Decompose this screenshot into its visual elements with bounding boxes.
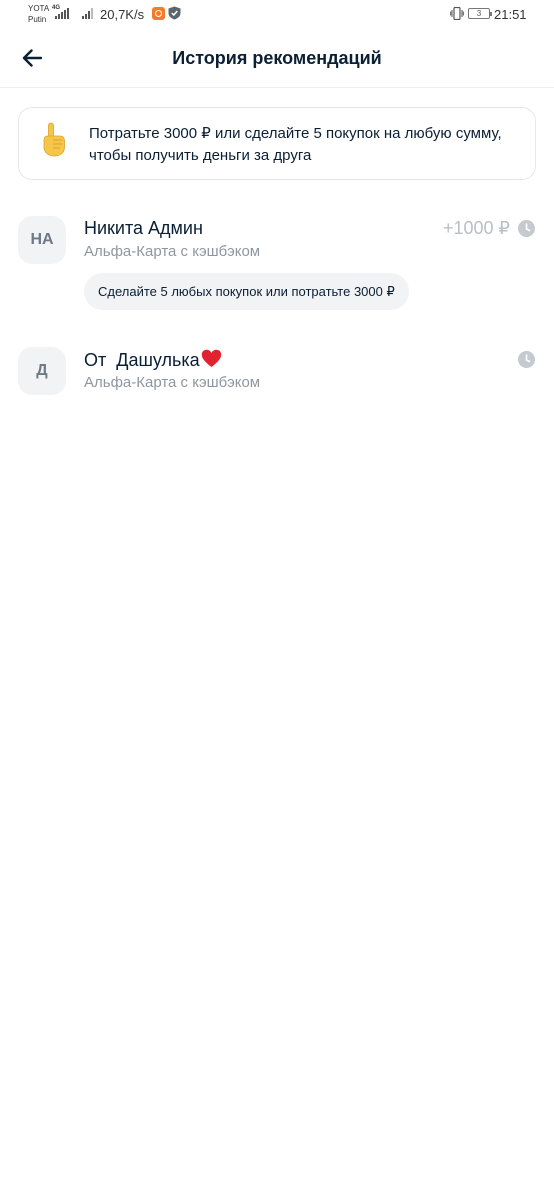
carrier-bottom: Putin [28,15,47,24]
network-speed: 20,7K/s [100,7,145,22]
info-card: Потратьте 3000 ₽ или сделайте 5 покупок … [18,107,536,180]
referral-name: Никита Админ [84,218,203,238]
info-text: Потратьте 3000 ₽ или сделайте 5 покупок … [89,125,502,164]
referral-item[interactable]: НА Никита Админ Альфа-Карта с кэшбэком +… [0,207,554,317]
signal-icon-2 [82,8,93,19]
referral-name: От Дашулька [84,350,200,370]
condition-chip: Сделайте 5 любых покупок или потратьте 3… [84,273,409,310]
carrier-top: YOTA [28,4,50,13]
clock-icon [518,220,535,237]
signal-icon [55,8,69,19]
clock-icon [518,351,535,368]
header: История рекомендаций [0,30,554,88]
battery-icon: 3 [468,8,492,19]
pointing-up-emoji-icon [43,122,65,157]
heart-emoji-icon [201,349,221,367]
avatar: НА [18,216,66,264]
status-time: 21:51 [494,7,527,22]
referral-amount: +1000 ₽ [442,218,510,238]
shield-icon [168,6,181,20]
referral-product: Альфа-Карта с кэшбэком [84,374,261,391]
vibrate-icon [450,7,464,20]
page-title: История рекомендаций [172,48,382,68]
referral-name-wrap: От Дашулька [84,349,222,371]
app-notification-icon [152,7,165,20]
referral-item[interactable]: Д От Дашулька Альфа-Карта с кэшбэком [0,338,554,408]
avatar: Д [18,347,66,395]
status-bar: YOTA Putin 4G 20,7K/s 3 21:51 [0,0,554,30]
referral-product: Альфа-Карта с кэшбэком [84,243,261,260]
carrier-label: YOTA Putin [28,3,49,25]
